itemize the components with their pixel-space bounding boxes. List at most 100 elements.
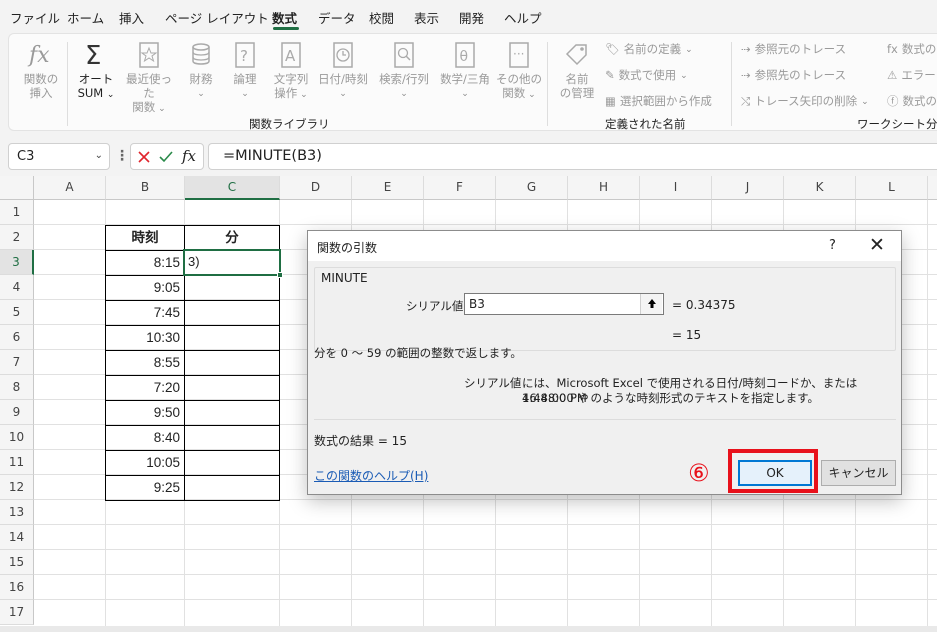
table-cell-time[interactable]: 7:20 [105, 375, 185, 401]
table-cell-minute[interactable] [184, 400, 280, 426]
dialog-titlebar[interactable]: 関数の引数 ? ✕ [308, 231, 901, 261]
tab-insert[interactable]: 挿入 [119, 8, 144, 27]
tab-help[interactable]: ヘルプ [504, 8, 542, 27]
insert-function-button[interactable]: fx 関数の 挿入 [21, 40, 61, 100]
create-from-selection-button[interactable]: ▦ 選択範囲から作成 [605, 93, 712, 109]
error-checking-button[interactable]: ⚠ エラー [887, 67, 936, 83]
name-box[interactable]: C3 ⌄ [8, 143, 110, 170]
table-cell-time[interactable]: 9:25 [105, 475, 185, 501]
column-header-f[interactable]: F [424, 176, 496, 200]
row-header-13[interactable]: 13 [0, 500, 34, 525]
row-header-4[interactable]: 4 [0, 275, 34, 300]
row-header-1[interactable]: 1 [0, 200, 34, 225]
chevron-down-icon[interactable]: ⌄ [95, 150, 103, 161]
table-cell-time[interactable]: 9:05 [105, 275, 185, 301]
logical-button[interactable]: ? 論理 ⌄ [225, 40, 265, 101]
row-header-7[interactable]: 7 [0, 350, 34, 375]
row-header-14[interactable]: 14 [0, 525, 34, 550]
evaluate-formula-button[interactable]: ⓕ 数式の [887, 93, 937, 109]
column-header-a[interactable]: A [34, 176, 106, 200]
column-header-b[interactable]: B [106, 176, 185, 200]
column-header-m[interactable] [928, 176, 937, 200]
row-header-11[interactable]: 11 [0, 450, 34, 475]
table-header-minute[interactable]: 分 [184, 225, 280, 251]
tab-file[interactable]: ファイル [10, 8, 60, 27]
table-cell-time[interactable]: 8:15 [105, 250, 185, 276]
row-header-16[interactable]: 16 [0, 575, 34, 600]
row-header-9[interactable]: 9 [0, 400, 34, 425]
name-manager-button[interactable]: 名前 の管理 [555, 40, 599, 100]
column-header-c[interactable]: C [185, 176, 280, 200]
tab-formulas[interactable]: 数式 [272, 8, 297, 27]
math-button[interactable]: θ 数学/三角 ⌄ [435, 40, 495, 101]
recent-functions-button[interactable]: 最近使った 関数 ⌄ [121, 40, 177, 116]
table-cell-time[interactable]: 8:40 [105, 425, 185, 451]
select-all-corner[interactable] [0, 176, 34, 200]
fill-handle[interactable] [277, 272, 283, 278]
column-header-h[interactable]: H [568, 176, 640, 200]
table-header-time[interactable]: 時刻 [105, 225, 185, 251]
formula-input[interactable]: =MINUTE(B3) [208, 143, 937, 170]
row-header-2[interactable]: 2 [0, 225, 34, 250]
cancel-button[interactable]: キャンセル [821, 460, 896, 486]
table-cell-time[interactable]: 9:50 [105, 400, 185, 426]
table-cell-time[interactable]: 8:55 [105, 350, 185, 376]
column-header-g[interactable]: G [496, 176, 568, 200]
text-functions-button[interactable]: A 文字列 操作 ⌄ [267, 40, 315, 102]
argument-input[interactable]: B3 [464, 293, 664, 315]
row-header-6[interactable]: 6 [0, 325, 34, 350]
lookup-button[interactable]: 検索/行列 ⌄ [375, 40, 433, 101]
autosum-button[interactable]: Σ オート SUM ⌄ [73, 40, 119, 102]
table-cell-minute[interactable] [184, 425, 280, 451]
table-cell-minute[interactable] [184, 475, 280, 501]
trace-precedents-button[interactable]: ⇢ 参照元のトレース [741, 41, 846, 57]
column-header-k[interactable]: K [784, 176, 856, 200]
table-cell-time[interactable]: 7:45 [105, 300, 185, 326]
highlight-frame [728, 449, 818, 493]
row-header-5[interactable]: 5 [0, 300, 34, 325]
row-header-12[interactable]: 12 [0, 475, 34, 500]
row-header-17[interactable]: 17 [0, 600, 34, 625]
column-header-i[interactable]: I [640, 176, 712, 200]
table-cell-minute[interactable] [184, 450, 280, 476]
datetime-button[interactable]: 日付/時刻 ⌄ [315, 40, 371, 101]
tab-home[interactable]: ホーム [67, 8, 104, 27]
more-functions-button[interactable]: ··· その他の 関数 ⌄ [493, 40, 545, 102]
close-icon[interactable]: ✕ [869, 234, 885, 256]
more-options-icon[interactable]: ⋮ [115, 148, 129, 164]
remove-arrows-button[interactable]: ⤭ トレース矢印の削除 ⌄ [741, 93, 869, 109]
table-cell-time[interactable]: 10:30 [105, 325, 185, 351]
financial-button[interactable]: 財務 ⌄ [181, 40, 221, 101]
table-cell-minute[interactable] [184, 325, 280, 351]
show-formulas-button[interactable]: fx 数式の [887, 41, 936, 57]
row-header-10[interactable]: 10 [0, 425, 34, 450]
tab-developer[interactable]: 開発 [459, 8, 484, 27]
insert-function-fx-icon[interactable]: fx [182, 147, 196, 165]
row-header-3[interactable]: 3 [0, 250, 34, 275]
trace-dependents-button[interactable]: ⇢ 参照先のトレース [741, 67, 846, 83]
column-header-j[interactable]: J [712, 176, 784, 200]
tab-page-layout[interactable]: ページ レイアウト [165, 8, 269, 27]
column-header-d[interactable]: D [280, 176, 352, 200]
function-help-link[interactable]: この関数のヘルプ(H) [314, 467, 428, 484]
row-header-8[interactable]: 8 [0, 375, 34, 400]
use-in-formula-button[interactable]: ✎ 数式で使用 ⌄ [605, 67, 688, 83]
table-cell-minute[interactable] [184, 350, 280, 376]
tab-data[interactable]: データ [318, 8, 356, 27]
tab-view[interactable]: 表示 [414, 8, 439, 27]
table-cell-time[interactable]: 10:05 [105, 450, 185, 476]
table-cell-minute[interactable] [184, 375, 280, 401]
help-icon[interactable]: ? [829, 238, 836, 253]
tab-review[interactable]: 校閲 [369, 8, 394, 27]
column-header-l[interactable]: L [856, 176, 928, 200]
column-header-e[interactable]: E [352, 176, 424, 200]
svg-text:θ: θ [460, 49, 469, 65]
table-cell-minute[interactable] [184, 275, 280, 301]
table-cell-minute[interactable] [184, 300, 280, 326]
define-name-button[interactable]: 🏷 名前の定義 ⌄ [605, 41, 693, 57]
collapse-dialog-icon[interactable] [640, 294, 662, 314]
active-cell[interactable]: 3) [183, 249, 281, 276]
row-header-15[interactable]: 15 [0, 550, 34, 575]
enter-check-icon[interactable] [158, 149, 174, 165]
cancel-x-icon[interactable] [136, 149, 152, 165]
